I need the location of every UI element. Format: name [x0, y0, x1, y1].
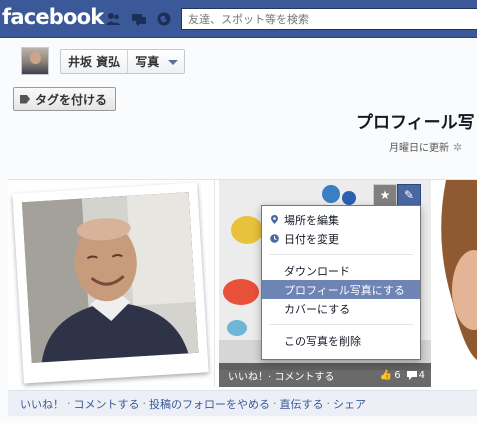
- friend-requests-icon[interactable]: [105, 11, 121, 27]
- notifications-icon[interactable]: [156, 11, 172, 27]
- profile-name-link[interactable]: 井坂 資弘: [61, 50, 129, 73]
- menu-item-make-profile-picture[interactable]: プロフィール写真にする: [262, 280, 420, 299]
- facebook-logo[interactable]: facebook: [2, 5, 104, 29]
- like-count-value: 6: [394, 369, 401, 381]
- menu-divider: [269, 324, 413, 325]
- menu-item-delete-photo[interactable]: この写真を削除: [262, 331, 420, 350]
- messages-icon[interactable]: [131, 11, 147, 27]
- location-pin-icon: [271, 215, 278, 224]
- star-icon[interactable]: ★: [373, 184, 397, 206]
- partial-photo-image: [434, 180, 477, 387]
- polaroid-photo[interactable]: [12, 182, 209, 384]
- menu-item-edit-location[interactable]: 場所を編集: [262, 210, 420, 229]
- menu-item-label: 場所を編集: [284, 213, 339, 227]
- search-input[interactable]: [182, 9, 477, 29]
- clock-icon: [270, 234, 279, 243]
- share-link[interactable]: シェア: [333, 396, 366, 412]
- pencil-icon[interactable]: ✎: [397, 184, 421, 206]
- photo-edit-buttons: ★ ✎: [373, 184, 421, 206]
- search-field[interactable]: [181, 8, 477, 30]
- top-navigation-bar: facebook: [0, 0, 477, 38]
- like-link[interactable]: いいね！: [20, 396, 64, 412]
- profile-breadcrumb: 井坂 資弘 写真: [60, 49, 186, 74]
- comment-count-value: 4: [418, 369, 425, 381]
- chevron-down-icon: [168, 59, 179, 65]
- comment-count: 4: [406, 369, 425, 381]
- menu-item-make-cover[interactable]: カバーにする: [262, 299, 420, 318]
- photo-options-menu: 場所を編集 日付を変更 ダウンロード プロフィール写真にする カバーにする この…: [261, 205, 421, 360]
- photo-action-bar: いいね！· コメントする 👍 6 4: [219, 363, 431, 387]
- comment-bubble-icon: [406, 370, 417, 380]
- section-label: 写真: [135, 55, 160, 69]
- menu-divider: [269, 254, 413, 255]
- unfollow-post-link[interactable]: 投稿のフォローをやめる: [149, 396, 270, 412]
- profile-photo-image: [21, 192, 199, 363]
- updated-timestamp: 月曜日に更新 ✲: [389, 139, 462, 154]
- menu-item-label: 日付を変更: [284, 232, 339, 246]
- direct-link[interactable]: 直伝する: [280, 396, 324, 412]
- post-action-bar: いいね！ · コメントする · 投稿のフォローをやめる · 直伝する · シェア: [8, 390, 477, 416]
- thumbs-up-icon: 👍: [379, 369, 393, 381]
- updated-label: 月曜日に更新: [389, 143, 449, 154]
- tag-photo-label: タグを付ける: [35, 92, 108, 107]
- man-portrait-image: [21, 192, 199, 363]
- photo-tile-partial[interactable]: [434, 180, 477, 387]
- profile-avatar[interactable]: [21, 47, 49, 75]
- tag-icon: [20, 94, 30, 104]
- menu-item-download[interactable]: ダウンロード: [262, 261, 420, 280]
- like-count: 👍 6: [380, 370, 401, 381]
- menu-item-change-date[interactable]: 日付を変更: [262, 229, 420, 248]
- comment-link[interactable]: コメントする: [74, 396, 140, 412]
- section-dropdown[interactable]: 写真: [128, 50, 184, 73]
- album-title: プロフィール写: [356, 113, 475, 133]
- settings-gear-icon[interactable]: ✲: [453, 141, 462, 154]
- photo-like-comment-links[interactable]: いいね！· コメントする: [228, 368, 374, 383]
- tag-photo-button[interactable]: タグを付ける: [13, 87, 117, 111]
